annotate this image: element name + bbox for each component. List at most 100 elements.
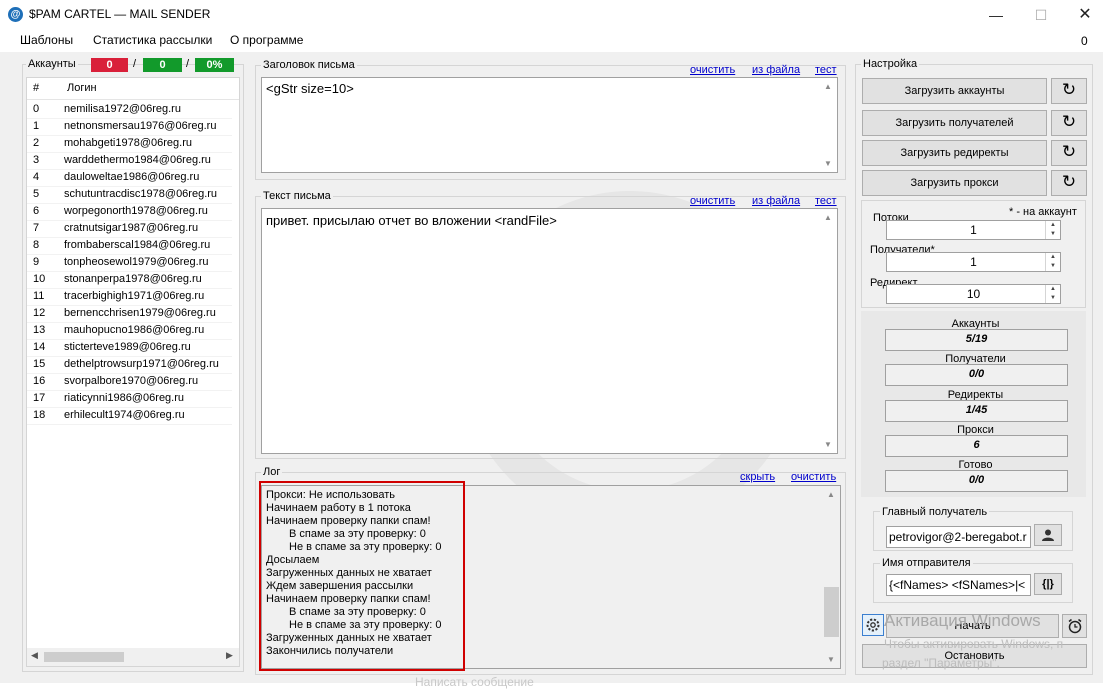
scroll-left-icon[interactable]: ◀ [31, 650, 38, 661]
refresh-accounts-icon[interactable]: ↻ [1051, 78, 1087, 104]
menu-statistics[interactable]: Статистика рассылки [93, 33, 212, 47]
stat-value: 6 [885, 435, 1068, 457]
log-hide-link[interactable]: скрыть [740, 471, 775, 483]
table-row[interactable]: 17 riaticynni1986@06reg.ru [27, 390, 232, 408]
spin-up-icon[interactable]: ▲ [1045, 221, 1060, 230]
body-scrollbar[interactable]: ▲ ▼ [820, 209, 837, 453]
spin-down-icon[interactable]: ▼ [1045, 262, 1060, 271]
table-row[interactable]: 11 tracerbighigh1971@06reg.ru [27, 288, 232, 306]
row-login: worpegonorth1978@06reg.ru [64, 205, 208, 217]
subject-title: Заголовок письма [261, 59, 357, 71]
table-row[interactable]: 1 netnonsmersau1976@06reg.ru [27, 118, 232, 136]
refresh-recipients-icon[interactable]: ↻ [1051, 110, 1087, 136]
scroll-up-icon[interactable]: ▲ [824, 213, 832, 222]
bad-accounts-badge: 0 [91, 58, 128, 72]
row-login: schutuntracdisc1978@06reg.ru [64, 188, 218, 200]
row-login: sticterteve1989@06reg.ru [64, 341, 191, 353]
spin-down-icon[interactable]: ▼ [1045, 294, 1060, 303]
row-login: frombaberscal1984@06reg.ru [64, 239, 211, 251]
background-text: Написать сообщение [415, 675, 534, 689]
log-clear-link[interactable]: очистить [791, 471, 836, 483]
row-login: netnonsmersau1976@06reg.ru [64, 120, 217, 132]
per-account-note: * - на аккаунт [1009, 206, 1077, 218]
row-login: cratnutsigar1987@06reg.ru [64, 222, 199, 234]
subject-scrollbar[interactable]: ▲ ▼ [820, 78, 837, 172]
message-body-text: привет. присылаю отчет во вложении <rand… [266, 213, 557, 228]
scroll-thumb[interactable] [824, 587, 839, 637]
spin-up-icon[interactable]: ▲ [1045, 253, 1060, 262]
maximize-button[interactable]: ☐ [1018, 0, 1064, 30]
refresh-redirects-icon[interactable]: ↻ [1051, 140, 1087, 166]
log-scrollbar[interactable]: ▲ ▼ [823, 486, 840, 668]
table-row[interactable]: 0 nemilisa1972@06reg.ru [27, 101, 232, 119]
table-row[interactable]: 18 erhilecult1974@06reg.ru [27, 407, 232, 425]
row-number: 2 [33, 137, 40, 149]
title-bar: @ $PAM CARTEL — MAIL SENDER — ☐ ✕ [0, 0, 1103, 30]
insert-braces-button[interactable]: {|} [1034, 573, 1062, 595]
refresh-proxies-icon[interactable]: ↻ [1051, 170, 1087, 196]
spin-up-icon[interactable]: ▲ [1045, 285, 1060, 294]
stat-value: 0/0 [885, 364, 1068, 386]
column-login[interactable]: Логин [67, 82, 97, 94]
load-redirects-button[interactable]: Загрузить редиректы [862, 140, 1047, 166]
settings-button[interactable] [862, 614, 884, 636]
table-row[interactable]: 13 mauhopucno1986@06reg.ru [27, 322, 232, 340]
scroll-down-icon[interactable]: ▼ [824, 159, 832, 168]
scroll-thumb[interactable] [44, 652, 124, 662]
accounts-list[interactable]: # Логин 0 nemilisa1972@06reg.ru 1 netnonsme… [26, 77, 240, 667]
body-test-link[interactable]: тест [815, 195, 837, 207]
spin-down-icon[interactable]: ▼ [1045, 230, 1060, 239]
close-button[interactable]: ✕ [1062, 0, 1103, 30]
body-from-file-link[interactable]: из файла [752, 195, 800, 207]
row-login: tracerbighigh1971@06reg.ru [64, 290, 205, 302]
minimize-button[interactable]: — [973, 0, 1019, 30]
accounts-horizontal-scrollbar[interactable]: ◀ ▶ [27, 648, 239, 666]
table-row[interactable]: 3 warddethermo1984@06reg.ru [27, 152, 232, 170]
table-row[interactable]: 14 sticterteve1989@06reg.ru [27, 339, 232, 357]
scroll-up-icon[interactable]: ▲ [824, 82, 832, 91]
menu-bar: Шаблоны Статистика рассылки О программе … [0, 30, 1103, 52]
table-row[interactable]: 6 worpegonorth1978@06reg.ru [27, 203, 232, 221]
table-row[interactable]: 9 tonpheosewol1979@06reg.ru [27, 254, 232, 272]
load-accounts-button[interactable]: Загрузить аккаунты [862, 78, 1047, 104]
accounts-list-header: # Логин [27, 78, 239, 100]
row-number: 6 [33, 205, 40, 217]
table-row[interactable]: 7 cratnutsigar1987@06reg.ru [27, 220, 232, 238]
scroll-down-icon[interactable]: ▼ [827, 655, 835, 664]
row-number: 18 [33, 409, 46, 421]
subject-test-link[interactable]: тест [815, 64, 837, 76]
table-row[interactable]: 5 schutuntracdisc1978@06reg.ru [27, 186, 232, 204]
subject-from-file-link[interactable]: из файла [752, 64, 800, 76]
watermark-line1: Чтобы активировать Windows, п [884, 637, 1064, 651]
timer-button[interactable] [1062, 614, 1087, 638]
table-row[interactable]: 10 stonanperpa1978@06reg.ru [27, 271, 232, 289]
menu-about[interactable]: О программе [230, 33, 303, 47]
threads-spinner[interactable]: 1 ▲ ▼ [886, 220, 1061, 240]
load-proxies-button[interactable]: Загрузить прокси [862, 170, 1047, 196]
column-num[interactable]: # [33, 82, 39, 94]
row-number: 13 [33, 324, 46, 336]
scroll-down-icon[interactable]: ▼ [824, 440, 832, 449]
recipients-spinner[interactable]: 1 ▲ ▼ [886, 252, 1061, 272]
row-number: 4 [33, 171, 40, 183]
good-accounts-badge: 0 [143, 58, 182, 72]
menu-templates[interactable]: Шаблоны [20, 33, 73, 47]
body-clear-link[interactable]: очистить [690, 195, 735, 207]
sender-input[interactable]: {<fNames> <fSNames>|< [886, 574, 1031, 596]
row-login: stonanperpa1978@06reg.ru [64, 273, 202, 285]
load-recipients-button[interactable]: Загрузить получателей [862, 110, 1047, 136]
table-row[interactable]: 12 bernencchrisen1979@06reg.ru [27, 305, 232, 323]
scroll-up-icon[interactable]: ▲ [827, 490, 835, 499]
user-button[interactable] [1034, 524, 1062, 546]
main-recipient-input[interactable]: petrovigor@2-beregabot.r [886, 526, 1031, 548]
table-row[interactable]: 16 svorpalbore1970@06reg.ru [27, 373, 232, 391]
table-row[interactable]: 2 mohabgeti1978@06reg.ru [27, 135, 232, 153]
subject-textarea[interactable]: <gStr size=10> ▲ ▼ [261, 77, 838, 173]
table-row[interactable]: 15 dethelptrowsurp1971@06reg.ru [27, 356, 232, 374]
message-body-textarea[interactable]: привет. присылаю отчет во вложении <rand… [261, 208, 838, 454]
subject-clear-link[interactable]: очистить [690, 64, 735, 76]
redirect-spinner[interactable]: 10 ▲ ▼ [886, 284, 1061, 304]
scroll-right-icon[interactable]: ▶ [226, 650, 233, 661]
table-row[interactable]: 4 dauloweltae1986@06reg.ru [27, 169, 232, 187]
table-row[interactable]: 8 frombaberscal1984@06reg.ru [27, 237, 232, 255]
